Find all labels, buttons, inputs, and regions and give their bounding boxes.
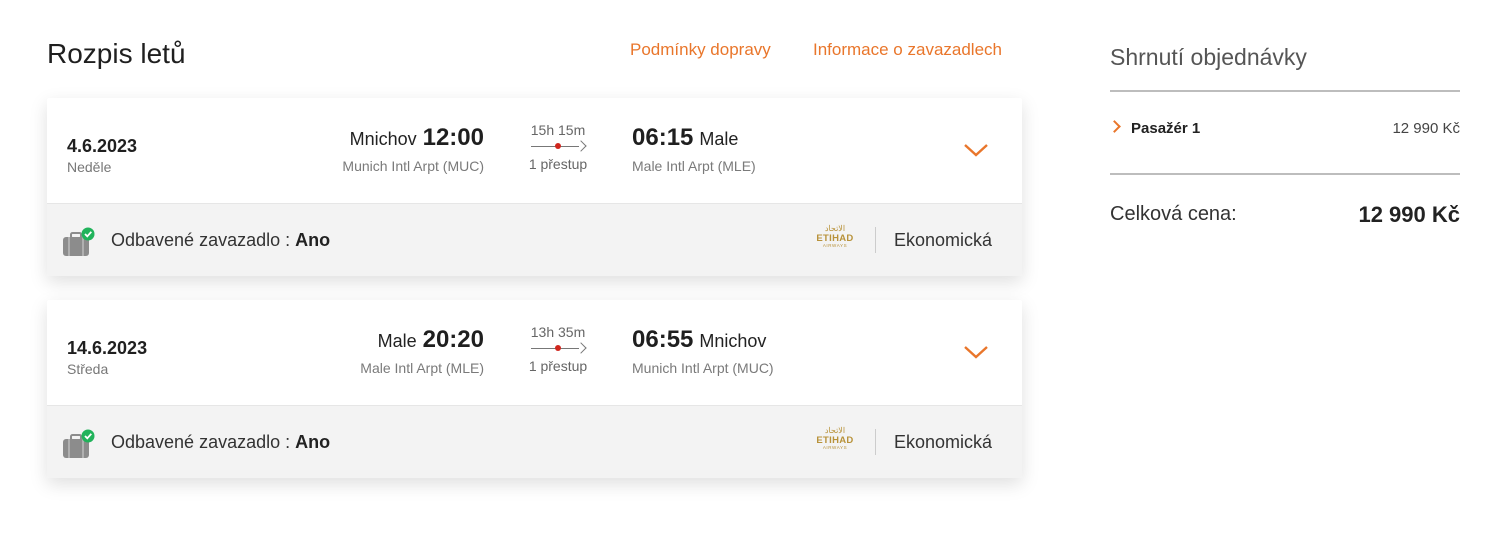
flight-date: 14.6.2023 [67, 338, 148, 358]
arrival-info: 06:15 Male Male Intl Arpt (MLE) [632, 124, 756, 174]
arrival-time: 06:15 [632, 124, 694, 151]
baggage-row: Odbavené zavazadlo : Ano ﺍﻻﺗﺤﺎﺩ ETIHAD A… [47, 405, 1022, 478]
departure-time: 20:20 [422, 326, 484, 353]
route-arrow-icon [531, 342, 587, 354]
departure-airport: Munich Intl Arpt (MUC) [342, 158, 484, 174]
flight-row[interactable]: 4.6.2023 Neděle Mnichov 12:00 Munich Int… [47, 98, 1022, 203]
flight-date: 4.6.2023 [67, 136, 138, 156]
divider [1110, 173, 1460, 175]
flight-day: Neděle [67, 159, 112, 175]
suitcase-check-icon [63, 227, 95, 256]
flight-row[interactable]: 14.6.2023 Středa Male 20:20 Male Intl Ar… [47, 300, 1022, 405]
svg-text:AIRWAYS: AIRWAYS [823, 243, 847, 248]
passenger-row[interactable]: Pasažér 1 12 990 Kč [1108, 118, 1460, 140]
arrival-info: 06:55 Mnichov Munich Intl Arpt (MUC) [632, 326, 774, 376]
baggage-row: Odbavené zavazadlo : Ano ﺍﻻﺗﺤﺎﺩ ETIHAD A… [47, 203, 1022, 276]
route-info: 13h 35m 1 přestup [517, 324, 599, 374]
checked-baggage-text: Odbavené zavazadlo : Ano [111, 432, 330, 453]
checked-baggage-text: Odbavené zavazadlo : Ano [111, 230, 330, 251]
flight-stops: 1 přestup [528, 358, 588, 374]
route-arrow-icon [531, 140, 587, 152]
chevron-right-icon [1108, 120, 1121, 133]
departure-city: Male [377, 331, 417, 351]
divider [875, 429, 876, 455]
divider [875, 227, 876, 253]
departure-city: Mnichov [349, 129, 417, 149]
total-price: 12 990 Kč [1358, 202, 1460, 227]
page-title: Rozpis letů [47, 38, 186, 69]
passenger-label: Pasažér 1 [1131, 120, 1201, 137]
suitcase-check-icon [63, 429, 95, 458]
flight-duration: 15h 15m [530, 122, 586, 138]
flight-day: Středa [67, 361, 109, 377]
route-info: 15h 15m 1 přestup [517, 122, 599, 172]
departure-info: Male 20:20 Male Intl Arpt (MLE) [360, 326, 484, 376]
flight-duration: 13h 35m [530, 324, 586, 340]
expand-flight-button[interactable] [961, 138, 991, 162]
passenger-price: 12 990 Kč [1392, 120, 1460, 137]
baggage-value: Ano [295, 432, 331, 452]
expand-flight-button[interactable] [961, 340, 991, 364]
flight-card-outbound: 4.6.2023 Neděle Mnichov 12:00 Munich Int… [47, 98, 1022, 276]
svg-text:ﺍﻻﺗﺤﺎﺩ: ﺍﻻﺗﺤﺎﺩ [825, 426, 845, 435]
flight-card-return: 14.6.2023 Středa Male 20:20 Male Intl Ar… [47, 300, 1022, 478]
baggage-label: Odbavené zavazadlo : [111, 230, 291, 250]
svg-text:ﺍﻻﺗﺤﺎﺩ: ﺍﻻﺗﺤﺎﺩ [825, 224, 845, 233]
arrival-city: Male [699, 129, 739, 149]
divider [1110, 90, 1460, 92]
total-price-label: Celková cena: [1110, 203, 1237, 225]
cabin-class: Ekonomická [894, 230, 993, 250]
chevron-down-icon [964, 346, 988, 359]
arrival-time: 06:55 [632, 326, 694, 353]
departure-time: 12:00 [422, 124, 484, 151]
etihad-logo: ﺍﻻﺗﺤﺎﺩ ETIHAD AIRWAYS [816, 426, 853, 450]
departure-airport: Male Intl Arpt (MLE) [360, 360, 484, 376]
arrival-city: Mnichov [699, 331, 767, 351]
arrival-airport: Male Intl Arpt (MLE) [632, 158, 756, 174]
order-summary-title: Shrnutí objednávky [1110, 44, 1307, 70]
cabin-class: Ekonomická [894, 432, 993, 452]
arrival-airport: Munich Intl Arpt (MUC) [632, 360, 774, 376]
flight-stops: 1 přestup [528, 156, 588, 172]
departure-info: Mnichov 12:00 Munich Intl Arpt (MUC) [342, 124, 484, 174]
baggage-value: Ano [295, 230, 331, 250]
baggage-label: Odbavené zavazadlo : [111, 432, 291, 452]
baggage-info-link[interactable]: Informace o zavazadlech [813, 40, 1002, 60]
stop-dot-icon [555, 345, 561, 351]
stop-dot-icon [555, 143, 561, 149]
chevron-down-icon [964, 144, 988, 157]
etihad-logo: ﺍﻻﺗﺤﺎﺩ ETIHAD AIRWAYS [816, 224, 853, 248]
transport-conditions-link[interactable]: Podmínky dopravy [630, 40, 771, 60]
svg-text:AIRWAYS: AIRWAYS [823, 445, 847, 450]
